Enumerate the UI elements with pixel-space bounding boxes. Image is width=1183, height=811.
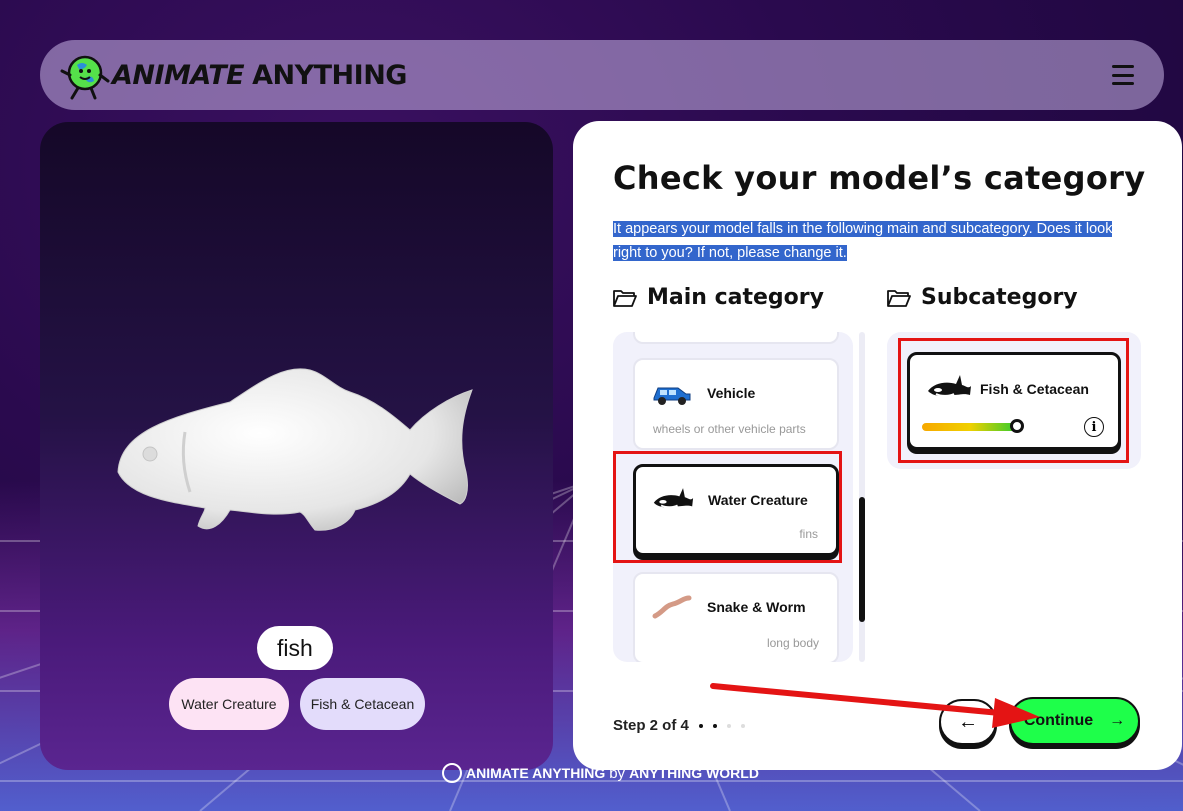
main-list-scrollbar[interactable] xyxy=(859,332,865,662)
step-dot-2 xyxy=(712,723,717,728)
main-category-item-water-creature[interactable]: Water Creature fins xyxy=(633,464,839,556)
fish-model-3d-preview[interactable] xyxy=(110,362,480,537)
model-name-label: fish xyxy=(257,626,333,670)
worm-icon xyxy=(652,595,692,619)
subcategory-tag: Fish & Cetacean xyxy=(300,678,425,730)
main-category-tag: Water Creature xyxy=(169,678,289,730)
hamburger-line xyxy=(1112,73,1134,77)
main-category-label: Main category xyxy=(647,285,824,310)
arrow-right-icon: → xyxy=(1109,712,1126,729)
item-hint: fins xyxy=(799,527,818,541)
step-indicator: Step 2 of 4 xyxy=(613,717,745,734)
folder-open-icon xyxy=(613,289,637,307)
confidence-marker xyxy=(1010,419,1024,433)
description-text: It appears your model falls in the follo… xyxy=(613,221,1113,261)
subcategory-heading: Subcategory xyxy=(887,285,1078,310)
brand-mark-icon xyxy=(442,763,462,783)
app-logo-text[interactable]: ANIMATE ANYTHING xyxy=(112,60,407,91)
subcategory-label: Subcategory xyxy=(921,285,1078,310)
model-preview-panel[interactable]: fish Water Creature Fish & Cetacean xyxy=(40,122,553,770)
subcategory-item-fish-cetacean[interactable]: Fish & Cetacean i xyxy=(907,352,1121,450)
selected-description-text[interactable]: It appears your model falls in the follo… xyxy=(613,217,1133,265)
step-dot-4 xyxy=(740,723,745,728)
main-category-item-snake-worm[interactable]: Snake & Worm long body xyxy=(633,572,839,662)
scrollbar-thumb[interactable] xyxy=(859,497,865,622)
logo-word-anything: ANYTHING xyxy=(252,59,407,91)
category-check-card: Check your model’s category It appears y… xyxy=(573,121,1182,770)
main-category-heading: Main category xyxy=(613,285,824,310)
page-title: Check your model’s category xyxy=(613,159,1146,197)
main-category-list[interactable]: Vehicle wheels or other vehicle parts Wa… xyxy=(613,332,853,662)
subcategory-list[interactable]: Fish & Cetacean i xyxy=(887,332,1141,469)
item-hint: long body xyxy=(766,636,819,650)
item-name: Vehicle xyxy=(707,385,756,401)
hamburger-menu-button[interactable] xyxy=(1108,63,1138,87)
item-name: Water Creature xyxy=(708,492,808,508)
main-category-item-vehicle[interactable]: Vehicle wheels or other vehicle parts xyxy=(633,358,839,450)
logo-globe-icon xyxy=(60,55,110,100)
folder-open-icon xyxy=(887,289,911,307)
top-navigation-bar: ANIMATE ANYTHING xyxy=(40,40,1164,110)
step-label: Step 2 of 4 xyxy=(613,717,689,734)
continue-button[interactable]: Continue → xyxy=(1009,697,1140,745)
item-name: Snake & Worm xyxy=(707,599,806,615)
step-dots xyxy=(698,723,745,728)
hamburger-line xyxy=(1112,65,1134,68)
orca-icon xyxy=(928,375,971,397)
info-icon[interactable]: i xyxy=(1084,417,1104,437)
back-button[interactable]: ← xyxy=(939,699,997,745)
footer-brand-left: ANIMATE ANYTHING xyxy=(466,765,606,781)
confidence-bar xyxy=(922,423,1018,431)
orca-icon xyxy=(653,488,694,509)
main-category-item-partial[interactable] xyxy=(633,332,839,344)
item-name: Fish & Cetacean xyxy=(980,381,1089,397)
hamburger-line xyxy=(1112,82,1134,85)
logo-word-animate: ANIMATE xyxy=(112,59,245,91)
step-dot-1 xyxy=(698,723,703,728)
arrow-left-icon: ← xyxy=(958,710,978,733)
blue-car-icon xyxy=(653,387,691,405)
item-hint: wheels or other vehicle parts xyxy=(653,422,806,436)
step-dot-3 xyxy=(726,723,731,728)
continue-label: Continue xyxy=(1023,712,1094,729)
